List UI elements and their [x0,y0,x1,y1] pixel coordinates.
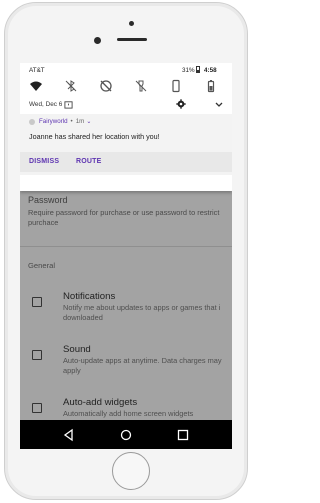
navigation-bar [20,420,232,449]
battery-icon [196,66,200,73]
setting-notifications[interactable]: Notifications Notify me about updates to… [20,291,232,337]
clock: 4:58 [204,67,217,74]
setting-description: Automatically add home screen widgets [63,409,194,418]
dismiss-button[interactable]: DISMISS [29,158,59,165]
section-divider [20,246,232,247]
setting-description: Auto-update apps at anytime. Data charge… [63,356,222,375]
chevron-down-icon[interactable] [214,99,224,109]
quick-settings-row [20,79,232,95]
separator: • [70,118,73,125]
notification-app-name: Fairyworld [39,118,68,125]
earpiece-speaker [117,38,147,41]
do-not-disturb-off-icon[interactable] [99,79,113,93]
date-label: Wed, Dec 6 [29,101,63,108]
setting-sound[interactable]: Sound Auto-update apps at anytime. Data … [20,344,232,390]
sound-checkbox[interactable] [32,350,42,360]
home-nav-icon[interactable] [119,428,133,442]
back-icon[interactable] [62,428,76,442]
date-row: Wed, Dec 6 [20,99,232,111]
alarm-icon [64,100,73,109]
password-setting-title: Password [28,195,68,205]
screen: Password Require password for purchase o… [20,63,232,449]
notification-header: Fairyworld • 1m ⌄ [29,118,91,125]
notification-text: Joanne has shared her location with you! [29,132,160,141]
wifi-icon[interactable] [29,79,43,93]
recents-icon[interactable] [176,428,190,442]
route-button[interactable]: ROUTE [76,158,102,165]
bluetooth-off-icon[interactable] [64,79,78,93]
setting-title: Notifications [63,291,116,302]
battery-percent: 31% [182,67,195,74]
notification-actions: DISMISS ROUTE [20,152,232,172]
flashlight-off-icon[interactable] [134,79,148,93]
notification-time: 1m [75,118,85,125]
section-header-general: General [28,261,56,270]
carrier-label: AT&T [29,67,45,74]
status-bar: AT&T 31% 4:58 [20,63,232,75]
auto-add-widgets-checkbox[interactable] [32,403,42,413]
gear-icon[interactable] [176,99,186,109]
setting-title: Auto-add widgets [63,397,138,408]
home-button[interactable] [112,452,150,490]
front-camera [94,37,101,44]
notifications-checkbox[interactable] [32,297,42,307]
notification-card[interactable]: Fairyworld • 1m ⌄ Joanne has shared her … [20,114,232,175]
battery-saver-icon[interactable] [204,79,218,93]
password-setting-description: Require password for purchase or use pas… [28,208,220,227]
expand-notification-icon[interactable]: ⌄ [86,118,91,125]
notification-shade: AT&T 31% 4:58 Wed, Dec 6 Fairyworld • 1m… [20,63,232,191]
setting-description: Notify me about updates to apps or games… [63,303,221,322]
setting-title: Sound [63,344,91,355]
portrait-rotation-icon[interactable] [169,79,183,93]
app-icon [29,118,35,125]
front-sensor [129,21,134,26]
